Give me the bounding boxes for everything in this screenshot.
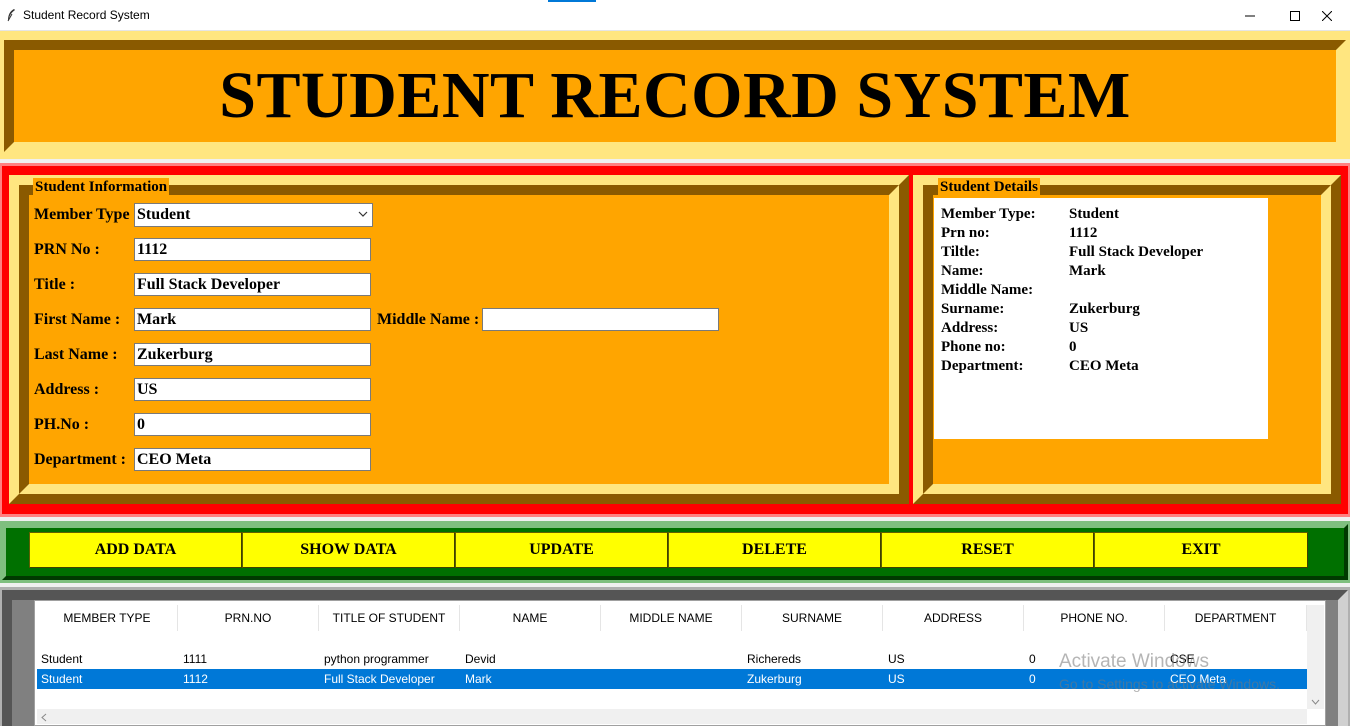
table-cell: Mark [465,672,492,686]
member-type-value: Student [137,206,191,223]
detail-value: Full Stack Developer [1069,244,1204,260]
chevron-left-icon[interactable] [41,713,47,722]
detail-value: US [1069,320,1089,336]
title-label: Title : [34,276,76,293]
vertical-scrollbar[interactable] [1307,605,1324,709]
phone-field[interactable] [134,413,371,436]
chevron-down-icon [358,211,368,217]
table-cell: 1111 [183,652,208,666]
last-name-field[interactable] [134,343,371,366]
detail-value: Mark [1069,263,1106,279]
column-header[interactable]: MIDDLE NAME [601,605,742,631]
detail-label: Tiltle: [941,244,980,260]
reset-button[interactable]: RESET [881,532,1094,568]
table-cell: 0 [1029,672,1036,686]
column-header[interactable]: MEMBER TYPE [37,605,178,631]
table-cell: Zukerburg [747,672,802,686]
table-cell: Devid [465,652,496,666]
phone-label: PH.No : [34,416,90,433]
prn-label: PRN No : [34,241,100,258]
address-field[interactable] [134,378,371,401]
page-title: STUDENT RECORD SYSTEM [219,59,1131,132]
detail-label: Prn no: [941,225,990,241]
detail-value: 0 [1069,339,1077,355]
detail-label: Address: [941,320,999,336]
detail-label: Name: [941,263,984,279]
window-title: Student Record System [23,8,150,22]
detail-value: CEO Meta [1069,358,1139,374]
student-details-label: Student Details [938,178,1040,196]
update-button[interactable]: UPDATE [455,532,668,568]
exit-button[interactable]: EXIT [1094,532,1308,568]
detail-label: Member Type: [941,206,1036,222]
address-label: Address : [34,381,100,398]
column-header[interactable]: NAME [460,605,601,631]
column-header[interactable]: DEPARTMENT [1165,605,1307,631]
table-cell: US [888,672,905,686]
last-name-label: Last Name : [34,346,118,363]
close-button[interactable] [1304,0,1350,31]
table-cell: Full Stack Developer [324,672,435,686]
student-details-box: Member Type: Student Prn no: 1112 Tiltle… [934,198,1268,439]
detail-label: Middle Name: [941,282,1034,298]
window-titlebar: Student Record System [0,0,1350,31]
member-type-select[interactable]: Student [134,203,373,227]
header-banner: STUDENT RECORD SYSTEM [4,40,1346,152]
maximize-icon [1290,10,1300,21]
delete-button[interactable]: DELETE [668,532,881,568]
column-header[interactable]: PRN.NO [178,605,319,631]
student-information-label: Student Information [33,178,170,196]
first-name-label: First Name : [34,311,121,328]
detail-label: Phone no: [941,339,1006,355]
column-header[interactable]: TITLE OF STUDENT [319,605,460,631]
table-cell: Student [41,652,83,666]
table-cell: Student [41,672,83,686]
feather-icon [7,9,15,22]
add-data-button[interactable]: ADD DATA [29,532,242,568]
table-cell: US [888,652,905,666]
middle-name-field[interactable] [482,308,719,331]
table-cell: 1112 [183,672,208,686]
first-name-field[interactable] [134,308,371,331]
activation-watermark-title: Activate Windows [1059,651,1209,672]
column-header[interactable]: PHONE NO. [1024,605,1165,631]
detail-label: Surname: [941,301,1005,317]
taskbar-accent [548,0,596,2]
table-cell: python programmer [324,652,429,666]
table-cell: 0 [1029,652,1036,666]
department-label: Department : [34,451,126,468]
title-field[interactable] [134,273,371,296]
horizontal-scrollbar[interactable] [37,709,1307,724]
show-data-button[interactable]: SHOW DATA [242,532,455,568]
detail-value: Student [1069,206,1120,222]
prn-field[interactable] [134,238,371,261]
minimize-icon [1245,15,1255,16]
detail-value: Zukerburg [1069,301,1140,317]
detail-label: Department: [941,358,1024,374]
chevron-down-icon[interactable] [1311,699,1320,705]
detail-value: 1112 [1069,225,1098,241]
minimize-button[interactable] [1227,0,1273,31]
column-header[interactable]: SURNAME [742,605,883,631]
activation-watermark-subtitle: Go to Settings to activate Windows. [1059,676,1280,692]
close-icon [1322,10,1332,21]
middle-name-label: Middle Name : [377,311,480,328]
department-field[interactable] [134,448,371,471]
column-header[interactable]: ADDRESS [883,605,1024,631]
table-cell: Richereds [747,652,802,666]
member-type-label: Member Type [34,206,130,223]
